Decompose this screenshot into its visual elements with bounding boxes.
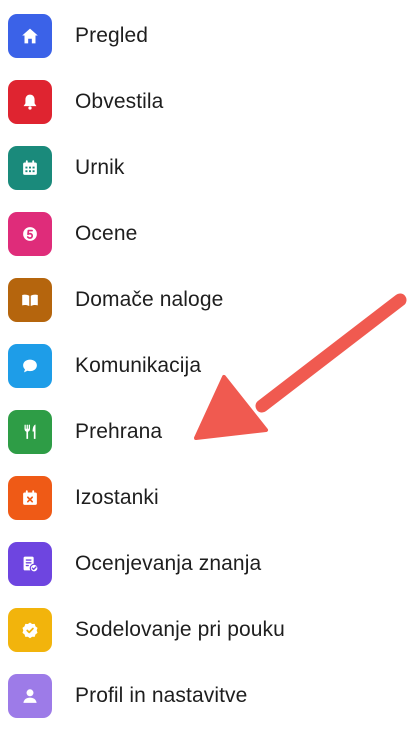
menu-item-label: Sodelovanje pri pouku: [75, 618, 285, 641]
menu-item-izostanki[interactable]: Izostanki: [0, 465, 409, 531]
menu-item-domace-naloge[interactable]: Domače naloge: [0, 267, 409, 333]
menu-item-label: Domače naloge: [75, 288, 224, 311]
badge-check-icon: [8, 608, 52, 652]
menu-item-label: Profil in nastavitve: [75, 684, 248, 707]
calendar-x-icon: [8, 476, 52, 520]
menu-item-ocenjevanja-znanja[interactable]: Ocenjevanja znanja: [0, 531, 409, 597]
home-icon: [8, 14, 52, 58]
menu-item-profil-in-nastavitve[interactable]: Profil in nastavitve: [0, 663, 409, 729]
menu-item-prehrana[interactable]: Prehrana: [0, 399, 409, 465]
menu-item-label: Ocenjevanja znanja: [75, 552, 262, 575]
cutlery-icon: [8, 410, 52, 454]
bell-icon: [8, 80, 52, 124]
menu-item-ocene[interactable]: Ocene: [0, 201, 409, 267]
navigation-menu: Pregled Obvestila Urnik Ocene Domače nal…: [0, 0, 409, 718]
calendar-icon: [8, 146, 52, 190]
document-check-icon: [8, 542, 52, 586]
menu-item-obvestila[interactable]: Obvestila: [0, 69, 409, 135]
menu-item-label: Prehrana: [75, 420, 163, 443]
menu-item-label: Urnik: [75, 156, 125, 179]
menu-item-label: Ocene: [75, 222, 138, 245]
book-icon: [8, 278, 52, 322]
menu-item-komunikacija[interactable]: Komunikacija: [0, 333, 409, 399]
menu-item-label: Komunikacija: [75, 354, 202, 377]
user-icon: [8, 674, 52, 718]
chat-bubble-icon: [8, 344, 52, 388]
grade-icon: [8, 212, 52, 256]
menu-item-urnik[interactable]: Urnik: [0, 135, 409, 201]
menu-item-label: Pregled: [75, 24, 149, 47]
menu-item-label: Izostanki: [75, 486, 159, 509]
menu-item-sodelovanje-pri-pouku[interactable]: Sodelovanje pri pouku: [0, 597, 409, 663]
menu-item-label: Obvestila: [75, 90, 164, 113]
menu-item-pregled[interactable]: Pregled: [0, 3, 409, 69]
